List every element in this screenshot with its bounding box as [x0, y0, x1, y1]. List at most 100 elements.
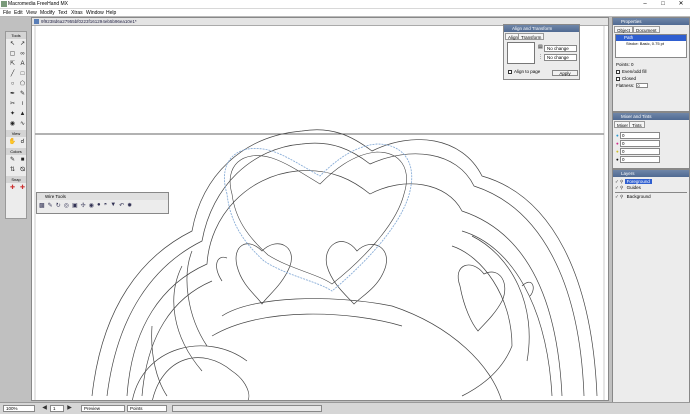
view-mode-select[interactable]: Preview: [81, 405, 125, 412]
maximize-icon[interactable]: □: [654, 0, 672, 9]
selected-heart-path[interactable]: [224, 143, 412, 292]
layer-row-guides[interactable]: ✓ ⚲ Guides: [615, 185, 687, 191]
wire-tool-2-icon[interactable]: ✎: [48, 202, 53, 209]
menu-text[interactable]: Text: [58, 10, 67, 16]
text-tool-icon[interactable]: A: [18, 60, 27, 69]
ellipse-tool-icon[interactable]: ○: [8, 80, 17, 89]
menu-window[interactable]: Window: [86, 10, 104, 16]
wire-tool-12-icon[interactable]: ✹: [127, 202, 132, 209]
align-horizontal-select[interactable]: No change: [544, 45, 577, 52]
even-odd-option[interactable]: Even/odd fill: [616, 69, 647, 74]
minimize-icon[interactable]: –: [636, 0, 654, 9]
units-select[interactable]: Points: [127, 405, 167, 412]
properties-panel-title[interactable]: Properties: [613, 18, 689, 25]
page-tool-icon[interactable]: ▢: [8, 50, 17, 59]
wire-tool-3-icon[interactable]: ↻: [56, 202, 61, 209]
wire-tool-8-icon[interactable]: ●: [97, 202, 101, 209]
wire-tool-11-icon[interactable]: ↶: [119, 202, 124, 209]
next-page-icon[interactable]: ▶: [66, 405, 73, 412]
eyedropper-icon[interactable]: ✦: [8, 110, 17, 119]
lasso-icon[interactable]: ∞: [18, 50, 27, 59]
close-icon[interactable]: ✕: [672, 0, 690, 9]
fill-color-icon[interactable]: ■: [18, 156, 27, 165]
mixer-input-3[interactable]: 0: [619, 148, 660, 155]
wire-tool-9-icon[interactable]: ◓: [104, 202, 108, 209]
menu-edit[interactable]: Edit: [14, 10, 23, 16]
tab-document[interactable]: Document: [633, 26, 660, 33]
layer-name-guides[interactable]: Guides: [625, 185, 641, 190]
wire-tools-title[interactable]: Wire Tools: [37, 193, 168, 200]
align-preview-box[interactable]: [507, 42, 535, 64]
visibility-check-icon[interactable]: ✓: [615, 179, 619, 184]
tab-tints[interactable]: Tints: [629, 121, 645, 128]
knife-tool-icon[interactable]: ✂: [8, 100, 17, 109]
pen-tool-icon[interactable]: ✒: [8, 90, 17, 99]
swap-colors-icon[interactable]: ⇅: [8, 166, 17, 175]
wire-tool-1-icon[interactable]: ▩: [39, 202, 45, 209]
visibility-check-icon[interactable]: ✓: [615, 185, 619, 190]
align-panel-title[interactable]: Align and Transform: [504, 25, 579, 32]
snap-guide-icon[interactable]: ✚: [18, 184, 27, 193]
blend-tool-icon[interactable]: ◉: [8, 120, 17, 129]
mixer-panel-title[interactable]: Mixer and Tints: [613, 113, 689, 120]
wire-tool-6-icon[interactable]: ✢: [81, 202, 86, 209]
mixer-input-1[interactable]: 0: [619, 132, 660, 139]
tab-object[interactable]: Object: [614, 26, 634, 33]
closed-option[interactable]: Closed: [616, 76, 636, 81]
no-color-icon[interactable]: ⦰: [18, 166, 27, 175]
menu-view[interactable]: View: [26, 10, 37, 16]
stroke-color-icon[interactable]: ✎: [8, 156, 17, 165]
layers-divider: [615, 192, 687, 193]
layers-panel-title[interactable]: Layers: [613, 170, 689, 177]
lock-icon[interactable]: ⚲: [620, 179, 623, 184]
menu-file[interactable]: File: [3, 10, 11, 16]
rectangle-tool-icon[interactable]: □: [18, 70, 27, 79]
menu-modify[interactable]: Modify: [40, 10, 55, 16]
layer-name-foreground[interactable]: Foreground: [624, 179, 652, 184]
lock-icon[interactable]: ⚲: [620, 194, 623, 199]
wire-tool-5-icon[interactable]: ▣: [72, 202, 78, 209]
page-select[interactable]: 1: [50, 405, 64, 412]
mixer-tints-panel: Mixer and Tints Mixer Tints ● 0 ● 0 ● 0 …: [612, 112, 690, 169]
wire-tool-10-icon[interactable]: ▼: [110, 202, 116, 209]
snap-point-icon[interactable]: ✚: [8, 184, 17, 193]
lock-icon[interactable]: ⚲: [620, 185, 623, 190]
even-odd-checkbox[interactable]: [616, 69, 620, 74]
wire-tool-4-icon[interactable]: ◎: [64, 202, 69, 209]
properties-item-stroke[interactable]: Stroke: Basic, 0.75 pt: [616, 41, 686, 47]
wire-tool-7-icon[interactable]: ◉: [89, 202, 94, 209]
menu-xtras[interactable]: Xtras: [71, 10, 83, 16]
align-to-page-checkbox[interactable]: [508, 69, 512, 74]
apply-button[interactable]: Apply: [552, 70, 578, 76]
visibility-check-icon[interactable]: ✓: [615, 194, 619, 199]
menu-help[interactable]: Help: [106, 10, 116, 16]
flatness-row: Flatness: 0: [616, 83, 648, 88]
pencil-tool-icon[interactable]: ✎: [18, 90, 27, 99]
flatness-label: Flatness:: [616, 83, 635, 88]
tab-transform[interactable]: Transform: [518, 33, 545, 40]
layer-name-background[interactable]: Background: [625, 194, 651, 199]
connector-tool-icon[interactable]: ∿: [18, 120, 27, 129]
zoom-select[interactable]: 100%: [3, 405, 35, 412]
align-vertical-select[interactable]: No change: [544, 54, 577, 61]
mixer-input-2[interactable]: 0: [619, 140, 660, 147]
flatness-input[interactable]: 0: [635, 83, 648, 88]
bezigon-tool-icon[interactable]: ≀: [18, 100, 27, 109]
subselect-icon[interactable]: ↗: [18, 40, 27, 49]
align-to-page-option[interactable]: Align to page: [508, 69, 540, 74]
first-page-icon[interactable]: ◀: [41, 405, 48, 412]
mixer-row-1: ● 0: [616, 132, 660, 140]
bucket-icon[interactable]: ▲: [18, 110, 27, 119]
scale-icon[interactable]: ⇱: [8, 60, 17, 69]
outline-paths: [91, 129, 598, 400]
polygon-tool-icon[interactable]: ⬠: [18, 80, 27, 89]
align-vertical-icon: ⋮: [538, 54, 543, 60]
line-tool-icon[interactable]: ╱: [8, 70, 17, 79]
hand-tool-icon[interactable]: ✋: [8, 138, 17, 147]
pointer-icon[interactable]: ↖: [8, 40, 17, 49]
layer-row-background[interactable]: ✓ ⚲ Background: [615, 194, 687, 200]
closed-checkbox[interactable]: [616, 76, 620, 81]
zoom-tool-icon[interactable]: ☌: [18, 138, 27, 147]
mixer-input-4[interactable]: 0: [619, 156, 660, 163]
toolbox-view-label: View: [6, 130, 26, 137]
